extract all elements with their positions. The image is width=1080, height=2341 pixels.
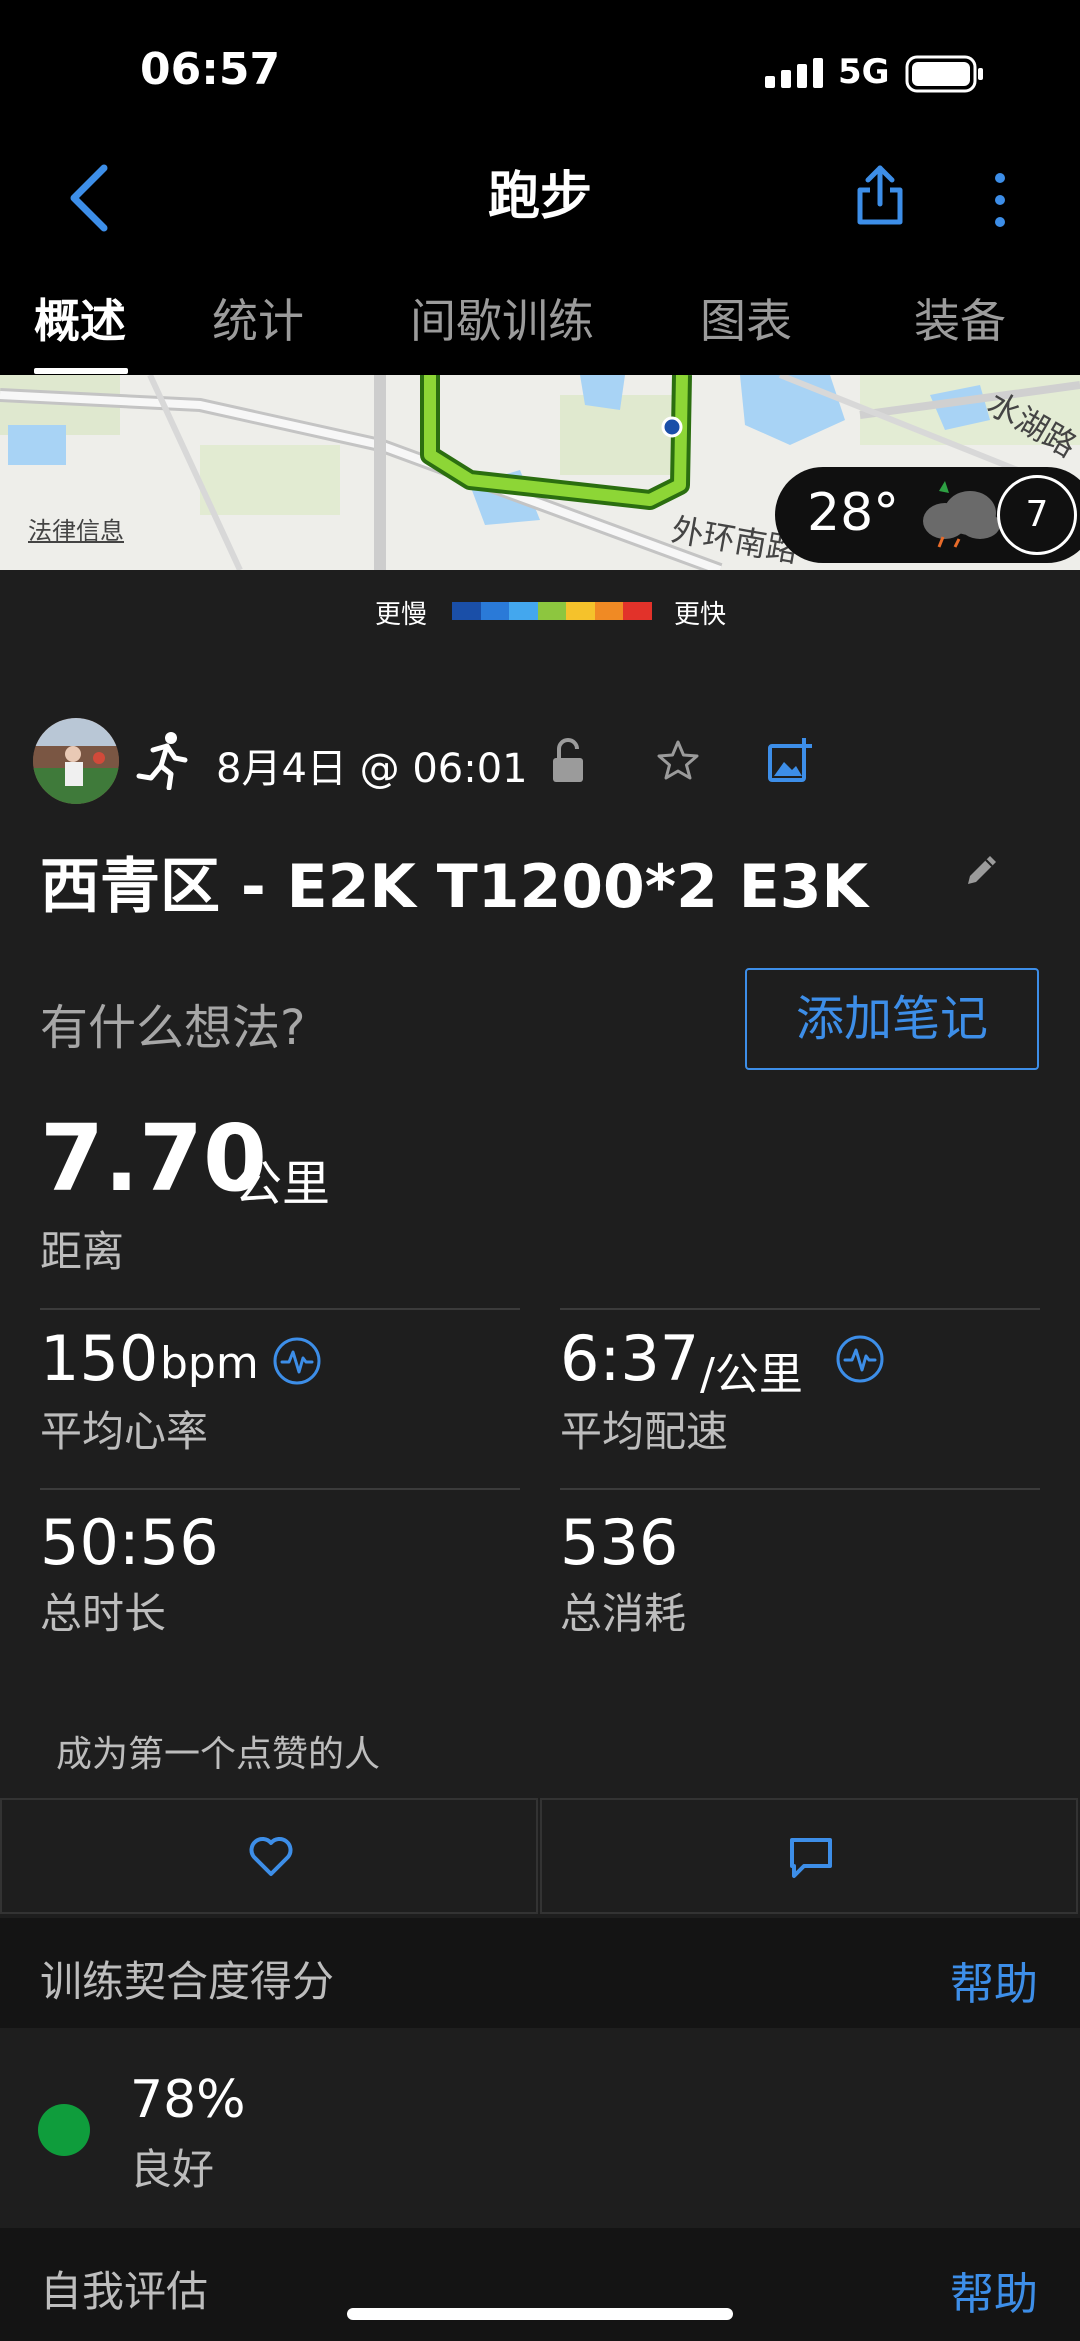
social-actions — [0, 1798, 1080, 1914]
weather-badge[interactable]: 28° 7 — [775, 467, 1080, 563]
pace-legend-fast: 更快 — [674, 600, 727, 630]
pace-color-swatch — [594, 602, 624, 620]
heart-rate-monitor-icon[interactable] — [272, 1336, 322, 1386]
network-type: 5G — [838, 52, 890, 92]
training-score-value: 78% — [130, 2070, 246, 2130]
training-score-help-link[interactable]: 帮助 — [950, 1948, 1038, 2012]
distance-label: 距离 — [40, 1227, 125, 1276]
total-calories-value: 536 — [560, 1506, 679, 1579]
add-note-button[interactable]: 添加笔记 — [745, 968, 1039, 1070]
score-status-dot — [38, 2104, 90, 2156]
tab-gear[interactable]: 装备 — [914, 285, 1006, 351]
like-prompt: 成为第一个点赞的人 — [56, 1734, 381, 1775]
distance-value: 7.70 — [40, 1105, 267, 1212]
avatar-image — [33, 718, 119, 804]
status-time: 06:57 — [140, 44, 281, 95]
avg-pace-value: 6:37 — [560, 1322, 700, 1395]
notes-prompt[interactable]: 有什么想法? — [40, 988, 305, 1058]
battery-icon — [905, 55, 983, 93]
more-options-icon[interactable] — [980, 160, 1020, 240]
comment-button[interactable] — [540, 1798, 1078, 1914]
tab-bar: 概述 统计 间歇训练 图表 装备 — [0, 265, 1080, 375]
edit-pencil-icon[interactable] — [962, 850, 1002, 890]
add-photo-icon[interactable] — [766, 736, 814, 784]
home-indicator[interactable] — [347, 2308, 733, 2320]
total-duration-value: 50:56 — [40, 1506, 219, 1579]
distance-unit: 公里 — [234, 1156, 331, 1212]
pace-color-swatch — [537, 602, 567, 620]
tab-stats[interactable]: 统计 — [212, 285, 304, 351]
like-button[interactable] — [0, 1798, 538, 1914]
comment-bubble-icon — [790, 1838, 832, 1878]
heart-icon — [249, 1837, 293, 1876]
total-calories-label: 总消耗 — [560, 1589, 687, 1638]
running-activity-icon — [136, 732, 188, 790]
cellular-signal-icon — [765, 58, 823, 88]
privacy-lock-icon[interactable] — [550, 736, 586, 786]
nav-bar: 跑步 — [0, 140, 1080, 265]
pace-color-scale — [452, 602, 653, 620]
self-eval-title: 自我评估 — [40, 2267, 209, 2316]
avg-heart-rate-label: 平均心率 — [40, 1407, 209, 1456]
divider — [560, 1308, 1040, 1310]
pace-color-swatch — [509, 602, 538, 620]
pace-color-swatch — [623, 602, 653, 620]
active-tab-indicator — [34, 368, 128, 374]
pace-color-swatch — [452, 602, 481, 620]
favorite-star-icon[interactable] — [655, 738, 701, 784]
page-title: 跑步 — [487, 167, 592, 227]
training-score-row: 78% 良好 — [0, 2028, 1080, 2228]
training-score-title: 训练契合度得分 — [40, 1957, 335, 2006]
tab-charts[interactable]: 图表 — [700, 285, 792, 351]
avg-heart-rate-unit: bpm — [160, 1338, 259, 1389]
weather-temperature: 28° — [807, 483, 900, 543]
divider — [40, 1488, 520, 1490]
activity-title: 西青区 - E2K T1200*2 E3K — [40, 852, 868, 922]
route-map[interactable]: 外环南路 水湖路 法律信息 28° 7 — [0, 375, 1080, 570]
self-eval-help-link[interactable]: 帮助 — [950, 2258, 1038, 2322]
activity-date-time: 8月4日 @ 06:01 — [216, 746, 528, 792]
pace-color-swatch — [480, 602, 510, 620]
total-duration-label: 总时长 — [40, 1589, 167, 1638]
divider — [40, 1308, 520, 1310]
divider — [560, 1488, 1040, 1490]
pace-legend: 更慢 更快 — [0, 590, 1080, 630]
activity-meta-row: 8月4日 @ 06:01 — [0, 718, 1080, 804]
self-eval-header: 自我评估 帮助 — [0, 2228, 1080, 2341]
training-score-header: 训练契合度得分 帮助 — [0, 1918, 1080, 2028]
avg-pace-label: 平均配速 — [560, 1407, 729, 1456]
pace-color-swatch — [566, 602, 595, 620]
avg-heart-rate-value: 150 — [40, 1322, 159, 1395]
wind-indicator: 7 — [997, 475, 1077, 555]
legal-info-link[interactable]: 法律信息 — [28, 511, 124, 546]
tab-overview[interactable]: 概述 — [34, 285, 126, 351]
tab-intervals[interactable]: 间歇训练 — [410, 285, 594, 351]
training-score-label: 良好 — [130, 2145, 215, 2194]
rain-cloud-icon — [923, 481, 1000, 548]
share-icon[interactable] — [850, 156, 910, 236]
pace-monitor-icon[interactable] — [835, 1334, 885, 1384]
pace-legend-slow: 更慢 — [375, 600, 428, 630]
avg-pace-unit: /公里 — [700, 1349, 803, 1400]
status-bar: 06:57 5G — [0, 0, 1080, 140]
avatar[interactable] — [33, 718, 119, 804]
